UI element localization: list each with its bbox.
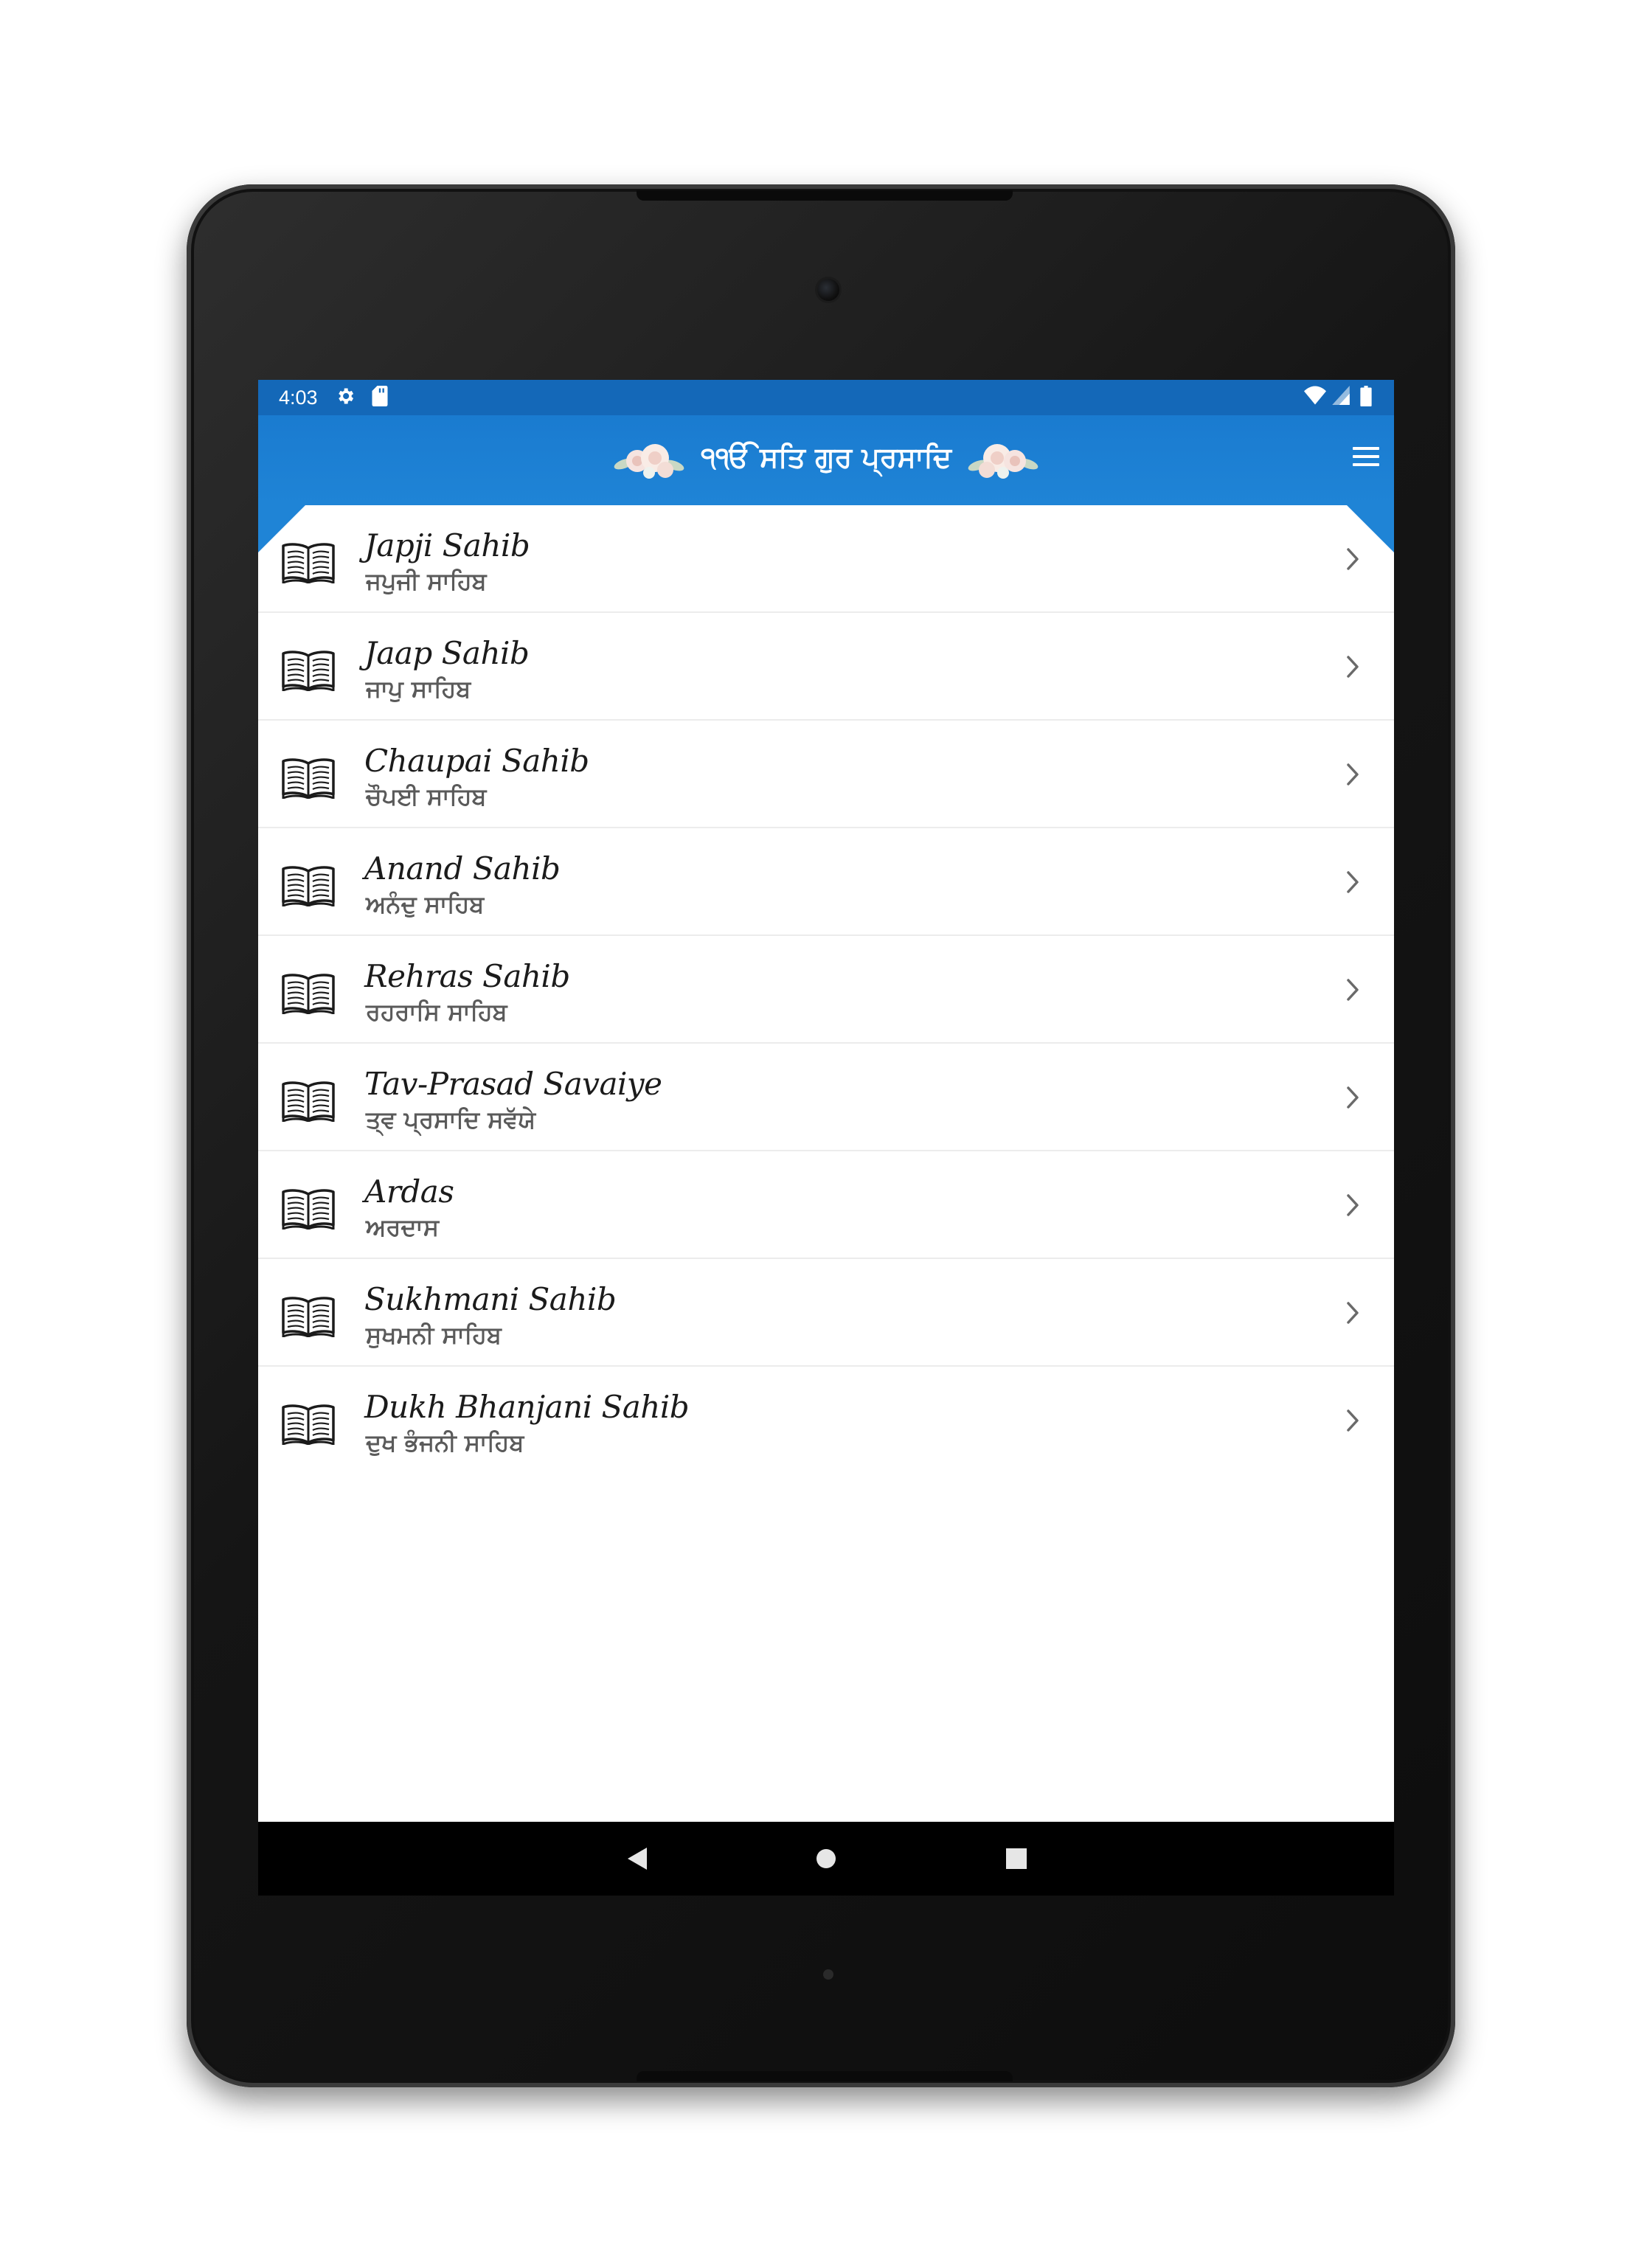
item-subtitle: ਤ੍ਵ ਪ੍ਰਸਾਦਿ ਸਵੱਯੇ: [366, 1106, 536, 1134]
book-icon: [280, 542, 336, 585]
item-title: Ardas: [364, 1173, 454, 1210]
chevron-right-icon: [1345, 870, 1360, 895]
item-title: Tav-Prasad Savaiye: [364, 1066, 662, 1102]
home-sensor: [823, 1969, 833, 1980]
book-icon: [280, 865, 336, 908]
book-icon: [280, 1296, 336, 1339]
item-subtitle: ਅਰਦਾਸ: [366, 1213, 440, 1241]
book-icon: [280, 757, 336, 800]
item-title: Jaap Sahib: [364, 635, 530, 671]
item-subtitle: ਦੁਖ ਭੰਜਨੀ ਸਾਹਿਬ: [366, 1429, 524, 1457]
item-subtitle: ਚੌਪਈ ਸਾਹਿਬ: [366, 783, 487, 811]
book-icon: [280, 1188, 336, 1231]
settings-icon: [335, 386, 356, 411]
wifi-icon: [1304, 386, 1326, 409]
status-time: 4:03: [279, 386, 318, 409]
list-item[interactable]: Dukh Bhanjani Sahib ਦੁਖ ਭੰਜਨੀ ਸਾਹਿਬ: [258, 1367, 1394, 1473]
bani-list: Japji Sahib ਜਪੁਜੀ ਸਾਹਿਬ Jaap Sahib ਜਾਪੁ ਸਾਹ…: [258, 505, 1394, 1473]
list-item[interactable]: Tav-Prasad Savaiye ਤ੍ਵ ਪ੍ਰਸਾਦਿ ਸਵੱਯੇ: [258, 1044, 1394, 1151]
chevron-right-icon: [1345, 977, 1360, 1002]
chevron-right-icon: [1345, 1300, 1360, 1325]
item-subtitle: ਜਾਪੁ ਸਾਹਿਬ: [366, 675, 471, 703]
list-item[interactable]: Ardas ਅਰਦਾਸ: [258, 1151, 1394, 1259]
front-camera: [817, 279, 839, 301]
signal-icon: [1332, 386, 1350, 409]
back-icon[interactable]: [617, 1838, 658, 1879]
book-icon: [280, 1081, 336, 1123]
menu-line: [1353, 447, 1379, 450]
navigation-bar: [258, 1822, 1394, 1896]
chevron-right-icon: [1345, 1085, 1360, 1110]
battery-icon: [1360, 386, 1372, 411]
app-title-wrap: ੧ੴ ਸਤਿ ਗੁਰ ਪ੍ਰਸਾਦਿ: [258, 415, 1394, 505]
hamburger-menu-icon[interactable]: [1345, 436, 1387, 477]
item-subtitle: ਸੁਖਮਨੀ ਸਾਹਿਬ: [366, 1321, 502, 1349]
list-item[interactable]: Sukhmani Sahib ਸੁਖਮਨੀ ਸਾਹਿਬ: [258, 1259, 1394, 1367]
app-title: ੧ੴ ਸਤਿ ਗੁਰ ਪ੍ਰਸਾਦਿ: [700, 440, 952, 474]
book-icon: [280, 973, 336, 1016]
recents-icon[interactable]: [996, 1838, 1037, 1879]
list-item[interactable]: Rehras Sahib ਰਹਰਾਸਿ ਸਾਹਿਬ: [258, 936, 1394, 1044]
item-title: Chaupai Sahib: [364, 743, 589, 779]
screen: 4:03 ੧ੴ ਸਤਿ ਗੁਰ ਪ੍ਰਸਾਦਿ Japji Sahib ਜਪੁਜ…: [258, 380, 1394, 1896]
item-subtitle: ਜਪੁਜੀ ਸਾਹਿਬ: [366, 567, 487, 595]
app-bar: ੧ੴ ਸਤਿ ਗੁਰ ਪ੍ਰਸਾਦਿ: [258, 415, 1394, 505]
menu-line: [1353, 455, 1379, 458]
sd-card-icon: [372, 386, 388, 411]
flower-right-icon: [968, 444, 1039, 479]
list-item[interactable]: Anand Sahib ਅਨੰਦੁ ਸਾਹਿਬ: [258, 828, 1394, 936]
item-title: Dukh Bhanjani Sahib: [364, 1389, 690, 1425]
chevron-right-icon: [1345, 547, 1360, 572]
item-title: Rehras Sahib: [364, 958, 570, 994]
chevron-right-icon: [1345, 654, 1360, 679]
item-subtitle: ਰਹਰਾਸਿ ਸਾਹਿਬ: [366, 998, 507, 1026]
item-title: Anand Sahib: [364, 850, 561, 887]
item-subtitle: ਅਨੰਦੁ ਸਾਹਿਬ: [366, 890, 485, 918]
book-icon: [280, 650, 336, 693]
list-item[interactable]: Japji Sahib ਜਪੁਜੀ ਸਾਹਿਬ: [258, 505, 1394, 613]
book-icon: [280, 1404, 336, 1446]
menu-line: [1353, 463, 1379, 466]
chevron-right-icon: [1345, 762, 1360, 787]
list-item[interactable]: Chaupai Sahib ਚੌਪਈ ਸਾਹਿਬ: [258, 721, 1394, 828]
home-icon[interactable]: [805, 1838, 847, 1879]
chevron-right-icon: [1345, 1408, 1360, 1433]
speaker-bottom: [637, 2071, 1013, 2081]
item-title: Sukhmani Sahib: [364, 1281, 617, 1317]
flower-left-icon: [614, 444, 684, 479]
item-title: Japji Sahib: [364, 527, 530, 563]
speaker-top: [637, 190, 1013, 201]
chevron-right-icon: [1345, 1193, 1360, 1218]
status-bar: 4:03: [258, 380, 1394, 415]
list-item[interactable]: Jaap Sahib ਜਾਪੁ ਸਾਹਿਬ: [258, 613, 1394, 721]
